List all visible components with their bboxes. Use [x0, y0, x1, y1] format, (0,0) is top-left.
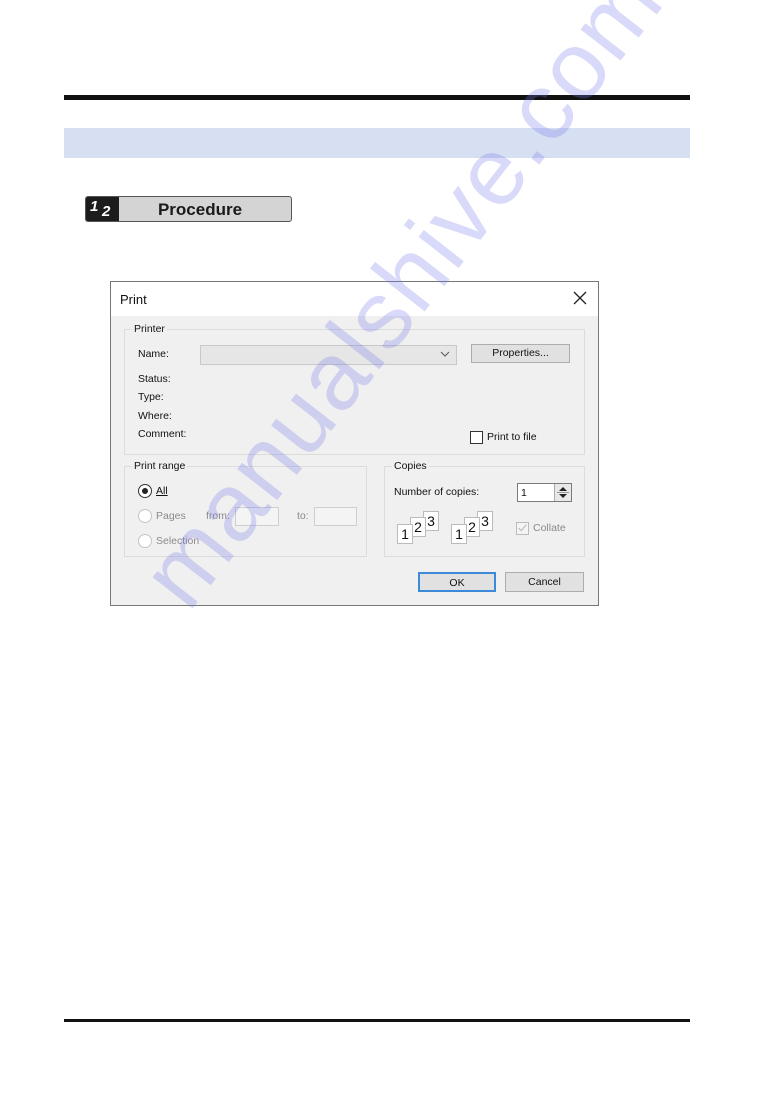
header-rule	[64, 95, 690, 100]
copies-group: Copies Number of copies: 1 3 2 1 3 2 1 C…	[384, 460, 585, 557]
print-range-legend: Print range	[132, 460, 188, 472]
close-button[interactable]	[572, 290, 588, 306]
to-input[interactable]	[314, 507, 357, 526]
footer-rule	[64, 1019, 690, 1022]
print-to-file-label[interactable]: Print to file	[487, 431, 537, 443]
collate-pages-icon: 3 2 1	[451, 511, 501, 551]
number-of-copies-label: Number of copies:	[394, 486, 480, 498]
collate-pages-icon: 3 2 1	[397, 511, 447, 551]
from-label: from:	[206, 510, 230, 522]
copies-legend: Copies	[392, 460, 429, 472]
all-label[interactable]: All	[156, 485, 168, 497]
pages-label[interactable]: Pages	[156, 510, 186, 522]
close-icon	[573, 291, 587, 305]
collate-checkbox[interactable]	[516, 522, 529, 535]
selection-radio[interactable]	[138, 534, 152, 548]
type-label: Type:	[138, 391, 164, 403]
to-label: to:	[297, 510, 309, 522]
where-label: Where:	[138, 410, 172, 422]
printer-legend: Printer	[132, 323, 167, 335]
chevron-down-icon	[440, 351, 450, 357]
status-label: Status:	[138, 373, 171, 385]
ok-button[interactable]: OK	[418, 572, 496, 592]
print-dialog: Print Printer Name: Properties... Status…	[110, 281, 599, 606]
copies-spinner[interactable]: 1	[517, 483, 572, 502]
dialog-title: Print	[120, 292, 147, 307]
selection-label[interactable]: Selection	[156, 535, 199, 547]
spin-down-icon[interactable]	[559, 494, 567, 498]
comment-label: Comment:	[138, 428, 187, 440]
properties-button[interactable]: Properties...	[471, 344, 570, 363]
steps-icon: 1 2	[86, 197, 119, 221]
name-label: Name:	[138, 348, 169, 360]
checkmark-icon	[518, 524, 527, 532]
section-title-band	[64, 128, 690, 158]
printer-name-select[interactable]	[200, 345, 457, 365]
all-radio[interactable]	[138, 484, 152, 498]
copies-value[interactable]: 1	[521, 487, 527, 499]
spin-up-icon[interactable]	[559, 487, 567, 491]
dialog-titlebar: Print	[111, 282, 598, 316]
pages-radio[interactable]	[138, 509, 152, 523]
print-to-file-checkbox[interactable]	[470, 431, 483, 444]
procedure-badge: 1 2 Procedure	[85, 196, 292, 222]
collate-label[interactable]: Collate	[533, 522, 566, 534]
procedure-label: Procedure	[157, 200, 243, 219]
from-input[interactable]	[235, 507, 279, 526]
cancel-button[interactable]: Cancel	[505, 572, 584, 592]
printer-group: Printer Name: Properties... Status: Type…	[124, 323, 585, 455]
print-range-group: Print range All Pages from: to: Selectio…	[124, 460, 367, 557]
spin-arrows[interactable]	[554, 484, 571, 501]
